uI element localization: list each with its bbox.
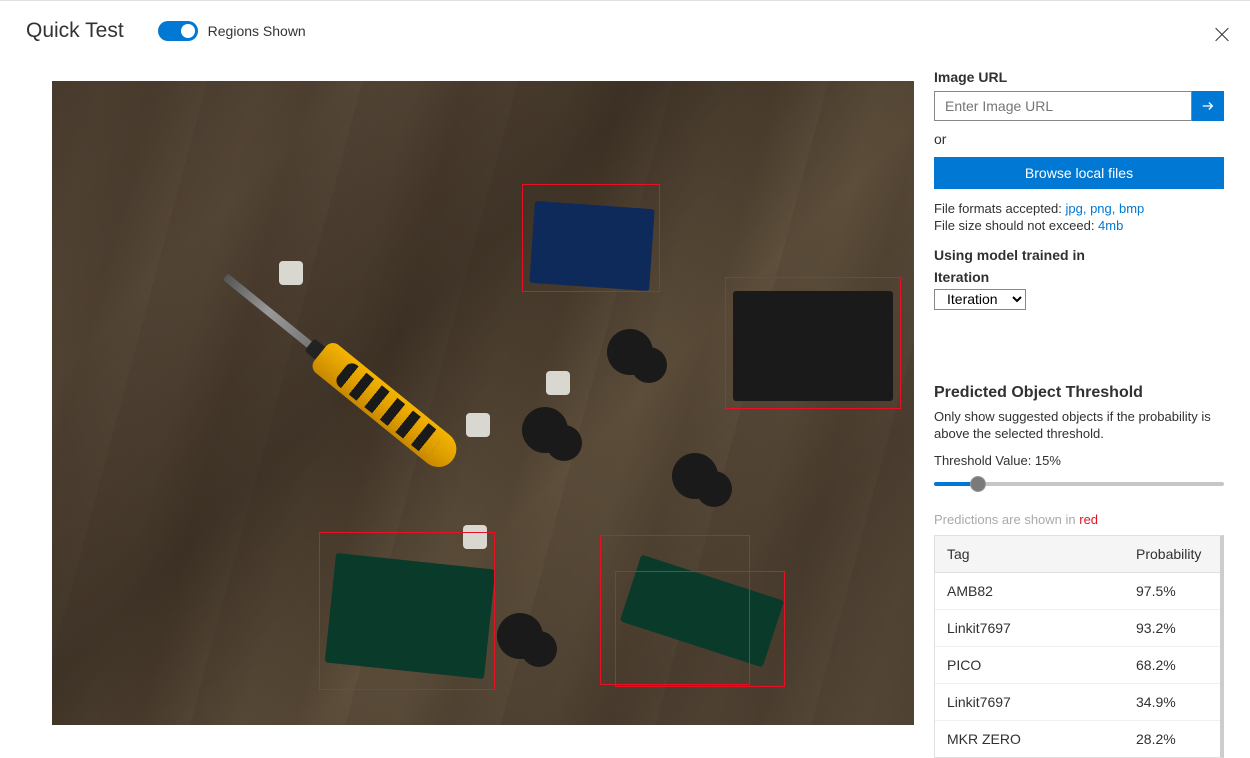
cell-prob: 97.5% (1136, 583, 1208, 599)
image-url-label: Image URL (934, 69, 1224, 85)
formats-hint: File formats accepted: jpg, png, bmp (934, 201, 1224, 216)
regions-toggle-wrap: Regions Shown (158, 21, 306, 41)
header: Quick Test Regions Shown (0, 1, 1250, 55)
submit-url-button[interactable] (1192, 91, 1224, 121)
filesize-link[interactable]: 4mb (1098, 218, 1123, 233)
page-title: Quick Test (26, 19, 124, 43)
image-url-input[interactable] (934, 91, 1192, 121)
detection-box (522, 184, 660, 292)
threshold-description: Only show suggested objects if the proba… (934, 408, 1224, 443)
sidebar: Image URL or Browse local files File for… (914, 55, 1250, 758)
arrow-right-icon (1201, 99, 1215, 113)
formats-link[interactable]: jpg, png, bmp (1066, 201, 1145, 216)
table-row: MKR ZERO 28.2% (935, 721, 1220, 757)
regions-toggle-label: Regions Shown (208, 23, 306, 39)
regions-toggle[interactable] (158, 21, 198, 41)
table-row: Linkit7697 34.9% (935, 684, 1220, 721)
iteration-label: Iteration (934, 269, 1224, 285)
table-row: Linkit7697 93.2% (935, 610, 1220, 647)
table-header-probability: Probability (1136, 546, 1208, 562)
cell-prob: 68.2% (1136, 657, 1208, 673)
filesize-hint: File size should not exceed: 4mb (934, 218, 1224, 233)
table-header-tag: Tag (947, 546, 1136, 562)
threshold-slider[interactable] (934, 474, 1224, 494)
threshold-value-label: Threshold Value: 15% (934, 453, 1224, 468)
table-row: PICO 68.2% (935, 647, 1220, 684)
detection-box (319, 532, 495, 690)
test-image (52, 81, 914, 725)
filesize-prefix: File size should not exceed: (934, 218, 1098, 233)
browse-files-button[interactable]: Browse local files (934, 157, 1224, 189)
pred-note-color: red (1079, 512, 1098, 527)
using-model-label: Using model trained in (934, 247, 1224, 263)
threshold-title: Predicted Object Threshold (934, 384, 1224, 402)
cell-prob: 28.2% (1136, 731, 1208, 747)
cell-tag: PICO (947, 657, 1136, 673)
cell-prob: 34.9% (1136, 694, 1208, 710)
detection-box (725, 277, 901, 409)
close-icon[interactable] (1212, 25, 1232, 45)
pred-note-prefix: Predictions are shown in (934, 512, 1079, 527)
table-body[interactable]: AMB82 97.5% Linkit7697 93.2% PICO 68.2% (935, 573, 1220, 757)
cell-tag: Linkit7697 (947, 694, 1136, 710)
predictions-note: Predictions are shown in red (934, 512, 1224, 527)
cell-tag: Linkit7697 (947, 620, 1136, 636)
iteration-select[interactable]: Iteration 1 (934, 289, 1026, 310)
formats-prefix: File formats accepted: (934, 201, 1066, 216)
cell-tag: AMB82 (947, 583, 1136, 599)
detection-box (615, 571, 785, 687)
cell-prob: 93.2% (1136, 620, 1208, 636)
predictions-table: Tag Probability AMB82 97.5% Linkit7697 9… (934, 535, 1224, 758)
or-text: or (934, 131, 1224, 147)
cell-tag: MKR ZERO (947, 731, 1136, 747)
table-row: AMB82 97.5% (935, 573, 1220, 610)
